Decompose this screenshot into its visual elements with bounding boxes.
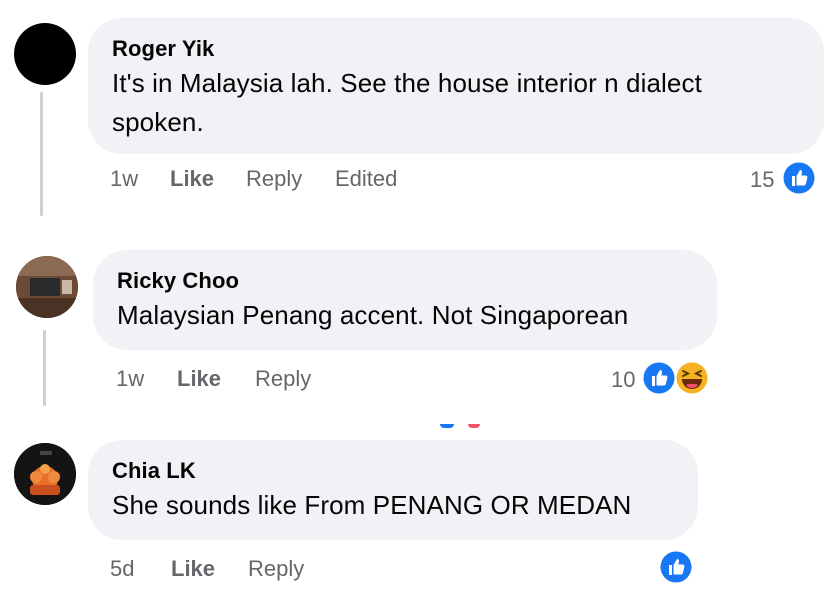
- comment-text: It's in Malaysia lah. See the house inte…: [112, 64, 824, 142]
- haha-icon[interactable]: [674, 360, 710, 396]
- like-icon[interactable]: [658, 549, 694, 585]
- like-icon[interactable]: [641, 360, 677, 396]
- comment-timestamp[interactable]: 1w: [110, 166, 138, 192]
- avatar[interactable]: [14, 23, 76, 85]
- like-button[interactable]: Like: [171, 556, 215, 582]
- comment-text-line: She sounds like From PENANG OR MEDAN: [112, 490, 632, 520]
- comment-actions: 5d Like Reply: [0, 556, 835, 584]
- comment-bubble: Roger Yik It's in Malaysia lah. See the …: [88, 18, 824, 154]
- comment-text-line: Malaysian Penang accent. Not Singaporean: [117, 300, 629, 330]
- comment-timestamp[interactable]: 1w: [116, 366, 144, 392]
- comment-text: Malaysian Penang accent. Not Singaporean: [117, 296, 717, 335]
- reply-button[interactable]: Reply: [246, 166, 302, 192]
- comment-timestamp[interactable]: 5d: [110, 556, 134, 582]
- comment-text-line: spoken.: [112, 107, 204, 137]
- comment-text: She sounds like From PENANG OR MEDAN: [112, 486, 698, 525]
- reply-button[interactable]: Reply: [255, 366, 311, 392]
- thread-line: [40, 92, 43, 216]
- cropped-reaction-fragment: [440, 424, 482, 428]
- comment-text-line: It's in Malaysia lah. See the house inte…: [112, 68, 702, 98]
- comment-author-name[interactable]: Chia LK: [112, 457, 698, 485]
- reaction-count[interactable]: 15: [750, 167, 774, 193]
- reaction-count[interactable]: 10: [611, 367, 635, 393]
- like-button[interactable]: Like: [170, 166, 214, 192]
- comment-bubble: Chia LK She sounds like From PENANG OR M…: [88, 440, 698, 540]
- comments-section: Roger Yik It's in Malaysia lah. See the …: [0, 0, 835, 592]
- comment-author-name[interactable]: Roger Yik: [112, 35, 824, 63]
- like-icon[interactable]: [781, 160, 817, 196]
- comment-actions: 1w Like Reply Edited: [0, 166, 835, 194]
- edited-label[interactable]: Edited: [335, 166, 397, 192]
- like-button[interactable]: Like: [177, 366, 221, 392]
- comment-bubble: Ricky Choo Malaysian Penang accent. Not …: [93, 250, 717, 350]
- avatar[interactable]: [14, 443, 76, 505]
- reply-button[interactable]: Reply: [248, 556, 304, 582]
- avatar[interactable]: [16, 256, 78, 318]
- comment-author-name[interactable]: Ricky Choo: [117, 267, 717, 295]
